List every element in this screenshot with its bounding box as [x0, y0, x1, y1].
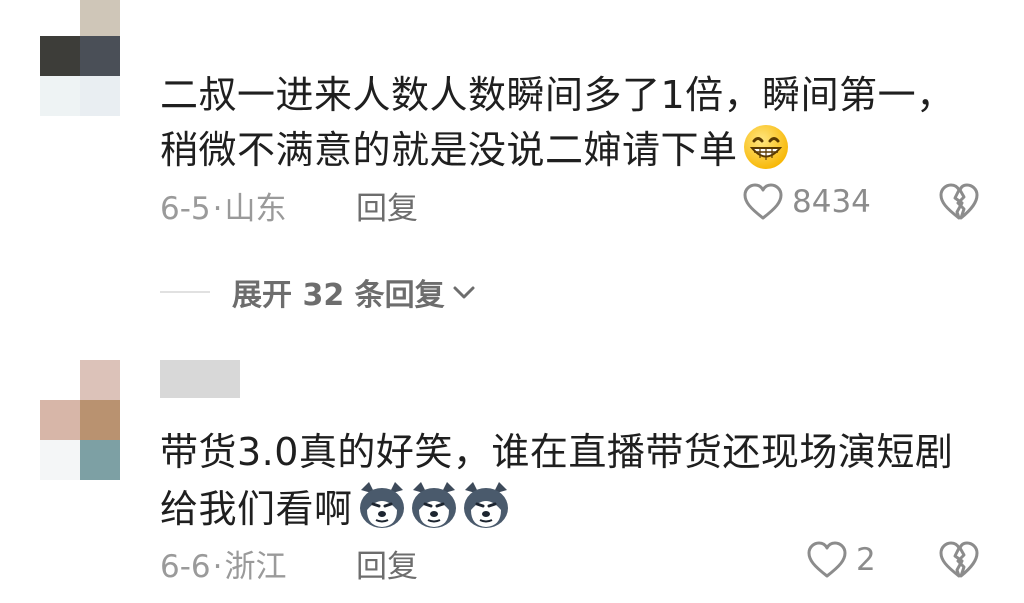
comment-meta: 6-6·浙江	[160, 549, 287, 585]
broken-heart-icon	[939, 183, 979, 220]
comment-location: 浙江	[224, 549, 287, 585]
heart-icon	[807, 541, 847, 578]
dislike-button[interactable]	[938, 540, 980, 584]
like-button[interactable]: 8434	[742, 182, 871, 222]
grinning-face-icon	[742, 123, 790, 186]
divider-line	[160, 291, 210, 293]
husky-face-icon	[357, 480, 513, 545]
comment-date: 6-6	[160, 549, 211, 585]
expand-replies-label: 展开 32 条回复	[232, 278, 445, 313]
comment-date: 6-5	[160, 191, 211, 227]
comment-location: 山东	[224, 191, 287, 227]
comment-text: 带货3.0真的好笑，谁在直播带货还现场演短剧 给我们看啊	[160, 425, 980, 545]
reply-button[interactable]: 回复	[356, 183, 418, 228]
reply-button[interactable]: 回复	[356, 541, 418, 586]
broken-heart-icon	[939, 541, 979, 578]
chevron-down-icon	[451, 275, 477, 310]
heart-icon	[743, 183, 783, 220]
like-count: 2	[856, 542, 876, 578]
like-button[interactable]: 2	[806, 540, 876, 580]
dislike-button[interactable]	[938, 182, 980, 226]
username-placeholder[interactable]	[160, 360, 240, 398]
like-count: 8434	[792, 184, 871, 220]
avatar[interactable]	[40, 360, 120, 480]
comment-text: 二叔一进来人数人数瞬间多了1倍，瞬间第一， 稍微不满意的就是没说二婶请下单	[160, 68, 980, 186]
comment-meta: 6-5·山东	[160, 191, 287, 227]
avatar[interactable]	[40, 0, 120, 116]
expand-replies-button[interactable]: 展开 32 条回复	[160, 270, 477, 314]
